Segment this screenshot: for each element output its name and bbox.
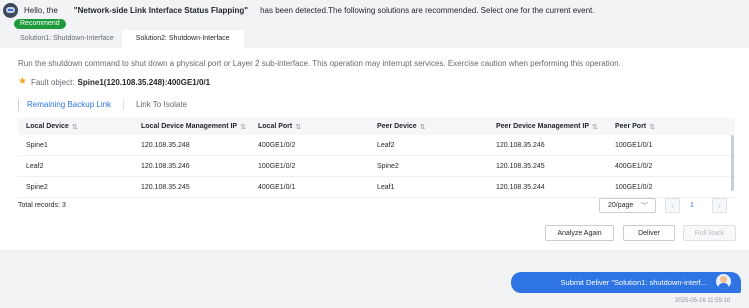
page-size-value: 20/page <box>608 202 634 209</box>
table-header-row: Local Device ⇅ Local Device Management IP… <box>18 118 735 135</box>
cell-local-port: 100GE1/0/2 <box>258 162 296 170</box>
tab-link-to-isolate[interactable]: Link To Isolate <box>136 100 187 109</box>
recommend-badge: Recommend <box>14 19 66 29</box>
sort-icon[interactable]: ⇅ <box>649 123 655 131</box>
tab-remaining-backup-link[interactable]: Remaining Backup Link <box>27 100 111 109</box>
star-icon: ★ <box>18 76 27 87</box>
sort-icon[interactable]: ⇅ <box>592 123 598 131</box>
cell-local-device: Leaf2 <box>26 162 44 170</box>
tab-solution2[interactable]: Solution2: Shutdown-Interface <box>121 30 244 48</box>
user-avatar-icon <box>716 274 731 289</box>
detection-message: has been detected.The following solution… <box>260 5 595 15</box>
cell-peer-port: 400GE1/0/2 <box>615 162 653 170</box>
table-row: Leaf2 120.108.35.246 100GE1/0/2 Spine2 1… <box>18 156 735 177</box>
fault-object: ★ Fault object: Spine1(120.108.35.248):4… <box>18 77 210 87</box>
chevron-right-icon: › <box>718 201 721 210</box>
table-row: Spine1 120.108.35.248 400GE1/0/2 Leaf2 1… <box>18 135 735 156</box>
total-records: Total records: 3 <box>18 202 66 209</box>
sort-icon[interactable]: ⇅ <box>72 123 78 131</box>
subtab-divider <box>18 98 19 111</box>
cell-peer-port: 100GE1/0/1 <box>615 141 653 149</box>
fault-value: Spine1(120.108.35.248):400GE1/0/1 <box>77 77 211 87</box>
cell-peer-device: Spine2 <box>377 162 399 170</box>
sort-icon[interactable]: ⇅ <box>240 123 246 131</box>
greeting-text: Hello, the <box>24 5 58 15</box>
cell-peer-device: Leaf1 <box>377 183 395 191</box>
chat-timestamp: 2025-05-16 11:55:10 <box>675 298 731 304</box>
next-page-button[interactable]: › <box>712 198 727 213</box>
link-subtabs: Remaining Backup Link Link To Isolate <box>18 97 187 112</box>
cell-peer-ip: 120.108.35.246 <box>496 141 545 149</box>
cell-peer-device: Leaf2 <box>377 141 395 149</box>
header: Hello, the "Network-side Link Interface … <box>0 0 749 20</box>
fault-label: Fault object: <box>30 77 75 87</box>
cell-local-ip: 120.108.35.245 <box>141 183 190 191</box>
cell-local-port: 400GE1/0/1 <box>258 183 296 191</box>
column-header-peer-device[interactable]: Peer Device ⇅ <box>377 118 426 135</box>
analyze-again-button[interactable]: Analyze Again <box>545 225 614 241</box>
cell-peer-port: 100GE1/0/2 <box>615 183 653 191</box>
chevron-down-icon: ﹀ <box>641 203 648 210</box>
tab-solution1[interactable]: Solution1: Shutdown-Interface <box>12 30 122 48</box>
cell-local-device: Spine1 <box>26 141 48 149</box>
current-page-number[interactable]: 1 <box>690 198 694 213</box>
backup-link-table: Local Device ⇅ Local Device Management IP… <box>18 118 735 198</box>
page-size-select[interactable]: 20/page ﹀ <box>599 198 656 213</box>
issue-name: "Network-side Link Interface Status Flap… <box>73 5 249 15</box>
sort-icon[interactable]: ⇅ <box>420 123 426 131</box>
column-header-peer-ip[interactable]: Peer Device Management IP ⇅ <box>496 118 598 135</box>
sort-icon[interactable]: ⇅ <box>295 123 301 131</box>
subtab-separator <box>123 99 125 110</box>
cell-peer-ip: 120.108.35.245 <box>496 162 545 170</box>
prev-page-button[interactable]: ‹ <box>665 198 680 213</box>
column-header-peer-port[interactable]: Peer Port ⇅ <box>615 118 655 135</box>
column-header-local-ip[interactable]: Local Device Management IP ⇅ <box>141 118 246 135</box>
table-scrollbar[interactable] <box>731 135 734 191</box>
table-row: Spine2 120.108.35.245 400GE1/0/1 Leaf1 1… <box>18 177 735 198</box>
chat-message-bubble[interactable]: Submit Deliver "Solution1: shutdown-inte… <box>511 272 741 293</box>
deliver-button[interactable]: Deliver <box>623 225 675 241</box>
roll-back-button[interactable]: Roll Back <box>683 225 736 241</box>
chat-message-text: Submit Deliver "Solution1: shutdown-inte… <box>560 278 707 287</box>
cell-peer-ip: 120.108.35.244 <box>496 183 545 191</box>
column-header-local-device[interactable]: Local Device ⇅ <box>26 118 78 135</box>
solution-tabs: Solution1: Shutdown-Interface Solution2:… <box>12 30 244 48</box>
chevron-left-icon: ‹ <box>671 201 674 210</box>
cell-local-ip: 120.108.35.248 <box>141 141 190 149</box>
bot-avatar-icon <box>3 2 18 18</box>
column-header-local-port[interactable]: Local Port ⇅ <box>258 118 301 135</box>
cell-local-ip: 120.108.35.246 <box>141 162 190 170</box>
cell-local-port: 400GE1/0/2 <box>258 141 296 149</box>
cell-local-device: Spine2 <box>26 183 48 191</box>
solution-panel: Run the shutdown command to shut down a … <box>0 48 749 250</box>
solution-description: Run the shutdown command to shut down a … <box>18 59 621 68</box>
